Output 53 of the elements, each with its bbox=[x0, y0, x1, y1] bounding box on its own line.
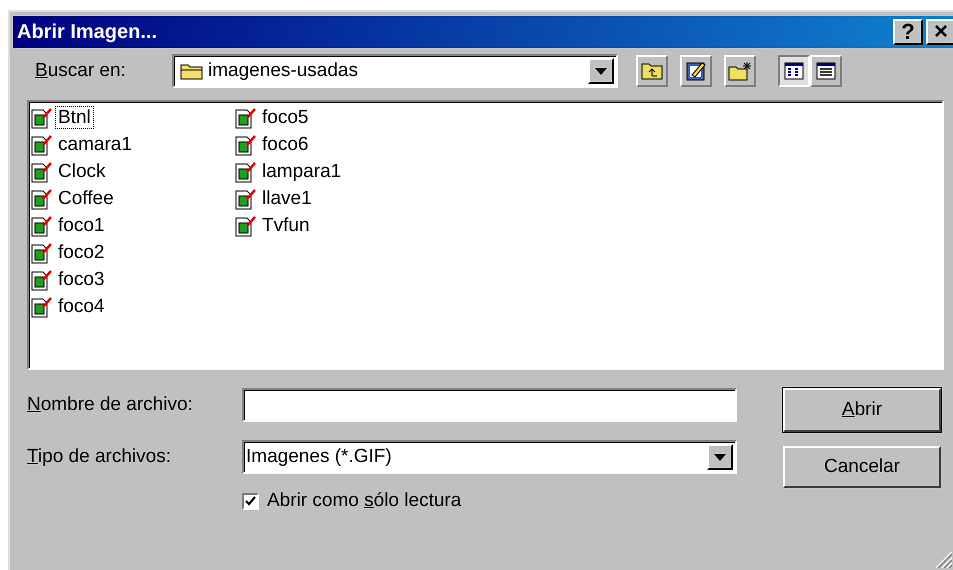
file-item[interactable]: foco4 bbox=[55, 295, 108, 318]
details-view-icon bbox=[816, 62, 836, 80]
file-type-label: Tipo de archivos: bbox=[27, 446, 172, 468]
image-file-icon bbox=[235, 188, 257, 210]
file-item[interactable]: camara1 bbox=[55, 133, 135, 156]
caret-icon bbox=[714, 454, 726, 460]
file-item[interactable]: foco5 bbox=[259, 106, 312, 129]
pencil-folder-icon bbox=[685, 60, 707, 82]
image-file-icon bbox=[31, 214, 53, 236]
file-name-label: Nombre de archivo: bbox=[27, 394, 194, 416]
file-type-dropdown[interactable]: Imagenes (*.GIF) bbox=[242, 440, 737, 474]
file-item[interactable]: foco1 bbox=[55, 214, 108, 237]
folder-icon bbox=[180, 62, 204, 80]
up-folder-icon bbox=[641, 62, 663, 80]
image-file-icon bbox=[31, 296, 53, 318]
look-in-dropdown[interactable]: imagenes-usadas bbox=[172, 54, 618, 88]
image-file-icon bbox=[235, 134, 257, 156]
resize-grip-icon bbox=[936, 552, 952, 568]
image-file-icon bbox=[31, 106, 53, 128]
image-file-icon bbox=[31, 268, 53, 290]
image-file-icon bbox=[31, 242, 53, 264]
cancel-button[interactable]: Cancelar bbox=[783, 446, 941, 488]
image-file-icon bbox=[31, 134, 53, 156]
list-view-icon bbox=[784, 62, 804, 80]
close-button[interactable]: × bbox=[926, 19, 953, 45]
file-item[interactable]: Clock bbox=[55, 160, 109, 183]
dropdown-button[interactable] bbox=[588, 58, 614, 84]
read-only-label: Abrir como sólo lectura bbox=[267, 490, 462, 512]
file-item[interactable]: lampara1 bbox=[259, 160, 344, 183]
file-item[interactable]: llave1 bbox=[259, 187, 315, 210]
folder-name: imagenes-usadas bbox=[208, 60, 359, 82]
image-file-icon bbox=[31, 188, 53, 210]
read-only-checkbox[interactable] bbox=[242, 492, 259, 510]
file-item[interactable]: foco6 bbox=[259, 133, 312, 156]
file-name-field[interactable] bbox=[242, 388, 737, 422]
image-file-icon bbox=[31, 160, 53, 182]
image-file-icon bbox=[235, 214, 257, 236]
file-type-value: Imagenes (*.GIF) bbox=[246, 446, 393, 468]
dropdown-button[interactable] bbox=[707, 444, 733, 470]
file-item[interactable]: foco2 bbox=[55, 241, 108, 264]
image-file-icon bbox=[235, 106, 257, 128]
open-button[interactable]: Abrir bbox=[783, 388, 941, 432]
file-item[interactable]: Coffee bbox=[55, 187, 117, 210]
toolbar-button[interactable] bbox=[778, 55, 810, 87]
look-in-label: Buscar en: bbox=[35, 60, 127, 82]
file-item[interactable]: Tvfun bbox=[259, 214, 313, 237]
file-item[interactable]: Btnl bbox=[55, 106, 94, 129]
image-file-icon bbox=[235, 160, 257, 182]
help-button[interactable]: ? bbox=[893, 19, 923, 45]
caret-icon bbox=[595, 68, 607, 74]
window-title: Abrir Imagen... bbox=[17, 20, 158, 44]
new-folder-icon bbox=[728, 61, 752, 81]
file-item[interactable]: foco3 bbox=[55, 268, 108, 291]
